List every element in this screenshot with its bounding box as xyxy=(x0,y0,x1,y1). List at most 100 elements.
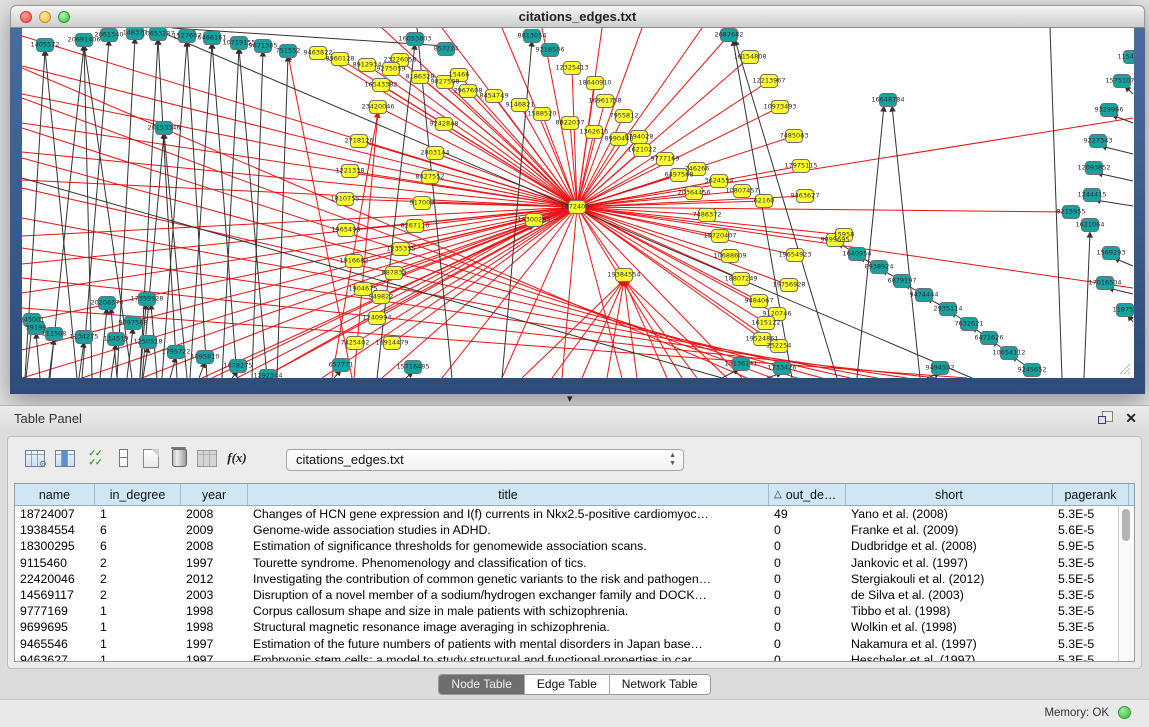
graph-node-label: 917003 xyxy=(410,199,435,207)
table-source-dropdown[interactable]: citations_edges.txt ▲▼ xyxy=(286,449,684,471)
table-cell: Tibbo et al. (1998) xyxy=(846,604,1053,618)
graph-edge xyxy=(277,56,288,378)
new-file-icon[interactable] xyxy=(138,445,164,471)
column-header-label: pagerank xyxy=(1064,488,1116,502)
graph-node-label: 7485063 xyxy=(780,132,809,140)
graph-node-label: 19654923 xyxy=(778,251,811,259)
column-header-name[interactable]: name xyxy=(15,484,95,505)
table-cell: Nakamura et al. (1997) xyxy=(846,637,1053,651)
graph-node-label: 1621064 xyxy=(1076,221,1105,229)
table-row[interactable]: 1456911722003Disruption of a novel membe… xyxy=(15,587,1134,603)
table-body: 1872400712008Changes of HCN gene express… xyxy=(15,506,1134,662)
table-cell: 22420046 xyxy=(15,572,95,586)
window-titlebar[interactable]: citations_edges.txt xyxy=(10,5,1145,28)
graph-node-label: 9227343 xyxy=(1084,137,1113,145)
graph-node-label: 114519 xyxy=(104,335,129,343)
delete-table-icon[interactable] xyxy=(194,445,220,471)
table-cell: Estimation of the future numbers of pati… xyxy=(248,637,769,651)
graph-edge xyxy=(252,51,263,378)
delete-trash-icon[interactable] xyxy=(166,445,192,471)
table-cell: 2 xyxy=(95,556,181,570)
graph-node-label: 16154808 xyxy=(733,53,766,61)
tab-node-table[interactable]: Node Table xyxy=(439,675,525,694)
network-canvas[interactable]: 1405572206914062061340148377106532871527… xyxy=(22,28,1134,378)
select-columns-icon[interactable] xyxy=(52,445,78,471)
table-panel-titlebar[interactable]: Table Panel ✕ xyxy=(0,406,1149,432)
table-row[interactable]: 977716911998Corpus callosum shape and si… xyxy=(15,603,1134,619)
table-row[interactable]: 2242004622012Investigating the contribut… xyxy=(15,571,1134,587)
graph-node-label: 20153346 xyxy=(147,124,180,132)
column-header-in_degree[interactable]: in_degree xyxy=(95,484,181,505)
column-header-out_de[interactable]: △out_de… xyxy=(769,484,846,505)
table-cell: Structural magnetic resonance image aver… xyxy=(248,620,769,634)
graph-node-label: 9484067 xyxy=(745,297,774,305)
tab-network-table[interactable]: Network Table xyxy=(610,675,710,694)
graph-node-label: 2935114 xyxy=(934,305,963,313)
table-cell: Tourette syndrome. Phenomenology and cla… xyxy=(248,556,769,570)
column-header-label: short xyxy=(935,488,963,502)
graph-node-label: 1904675 xyxy=(349,285,378,293)
table-row[interactable]: 946554611997Estimation of the future num… xyxy=(15,636,1134,652)
graph-node-label: 9218506 xyxy=(536,46,565,54)
vertical-cells-icon[interactable] xyxy=(110,445,136,471)
table-cell: Yano et al. (2008) xyxy=(846,507,1053,521)
table-cell: Dudbridge et al. (2008) xyxy=(846,539,1053,553)
network-view-window: citations_edges.txt 14055722069140620613… xyxy=(10,5,1145,394)
node-table: namein_degreeyeartitle△out_de… short pager… xyxy=(14,483,1135,662)
table-cell: 0 xyxy=(769,539,846,553)
table-cell: 9463627 xyxy=(15,653,95,662)
graph-node-label: 17975115 xyxy=(784,162,817,170)
table-row[interactable]: 1938455462009Genome-wide association stu… xyxy=(15,522,1134,538)
graph-node-label: 1916682 xyxy=(340,257,369,265)
table-cell: 18724007 xyxy=(15,507,95,521)
graph-node-label: 8427552 xyxy=(416,173,445,181)
graph-node-label: 17359928 xyxy=(130,295,163,303)
graph-node-label: 2967608 xyxy=(454,87,483,95)
graph-edge xyxy=(140,39,158,378)
table-row[interactable]: 969969511998Structural magnetic resonanc… xyxy=(15,619,1134,635)
table-panel: Table Panel ✕ ⚙ ✓✓✓✓ f(x) citations_edge… xyxy=(0,405,1149,701)
graph-node-label: 1621022 xyxy=(628,146,657,154)
graph-node-label: 8822037 xyxy=(556,119,585,127)
graph-node-label: 10973493 xyxy=(763,103,796,111)
table-row[interactable]: 911546021997Tourette syndrome. Phenomeno… xyxy=(15,555,1134,571)
function-icon[interactable]: f(x) xyxy=(224,445,250,471)
table-cell: Investigating the contribution of common… xyxy=(248,572,769,586)
column-header-short[interactable]: short xyxy=(846,484,1053,505)
column-header-pagerank[interactable]: pagerank xyxy=(1053,484,1129,505)
graph-node-label: 9777169 xyxy=(651,155,680,163)
table-header-row: namein_degreeyeartitle△out_de… short pager… xyxy=(15,484,1134,506)
scrollbar-thumb[interactable] xyxy=(1122,509,1130,541)
resize-grip-icon[interactable] xyxy=(1116,360,1132,376)
table-row[interactable]: 1830029562008Estimation of significance … xyxy=(15,538,1134,554)
table-cell: 1 xyxy=(95,507,181,521)
graph-edge xyxy=(187,41,207,378)
graph-edge xyxy=(391,69,577,207)
table-vertical-scrollbar[interactable] xyxy=(1118,506,1134,661)
graph-node-label: 10654112 xyxy=(992,349,1025,357)
float-panel-icon[interactable] xyxy=(1098,411,1113,425)
column-header-title[interactable]: title xyxy=(248,484,769,505)
graph-node-label: 1240994 xyxy=(363,314,392,322)
graph-node-label: 1235355 xyxy=(387,245,416,253)
graph-node-label: 9671385 xyxy=(249,42,278,50)
graph-edge xyxy=(435,153,577,207)
graph-node-label: 118753 xyxy=(1113,306,1134,314)
graph-node-label: 19756928 xyxy=(772,281,805,289)
table-settings-icon[interactable]: ⚙ xyxy=(22,445,48,471)
table-cell: 1 xyxy=(95,604,181,618)
table-row[interactable]: 946362711997Embryonic stem cells: a mode… xyxy=(15,652,1134,662)
row-checks-icon[interactable]: ✓✓✓✓ xyxy=(82,445,108,471)
graph-node-label: 16648784 xyxy=(871,96,904,104)
close-panel-icon[interactable]: ✕ xyxy=(1125,411,1137,425)
graph-edge xyxy=(1084,232,1090,378)
graph-node-label: 9275059 xyxy=(377,65,406,73)
tab-edge-table[interactable]: Edge Table xyxy=(525,675,610,694)
table-cell: 2009 xyxy=(181,523,248,537)
column-header-year[interactable]: year xyxy=(181,484,248,505)
graph-node-label: 1615122 xyxy=(752,319,781,327)
graph-node-label: 18724007 xyxy=(560,203,593,211)
graph-node-label: 9146821 xyxy=(506,101,535,109)
table-row[interactable]: 1872400712008Changes of HCN gene express… xyxy=(15,506,1134,522)
table-cell: 9465546 xyxy=(15,637,95,651)
